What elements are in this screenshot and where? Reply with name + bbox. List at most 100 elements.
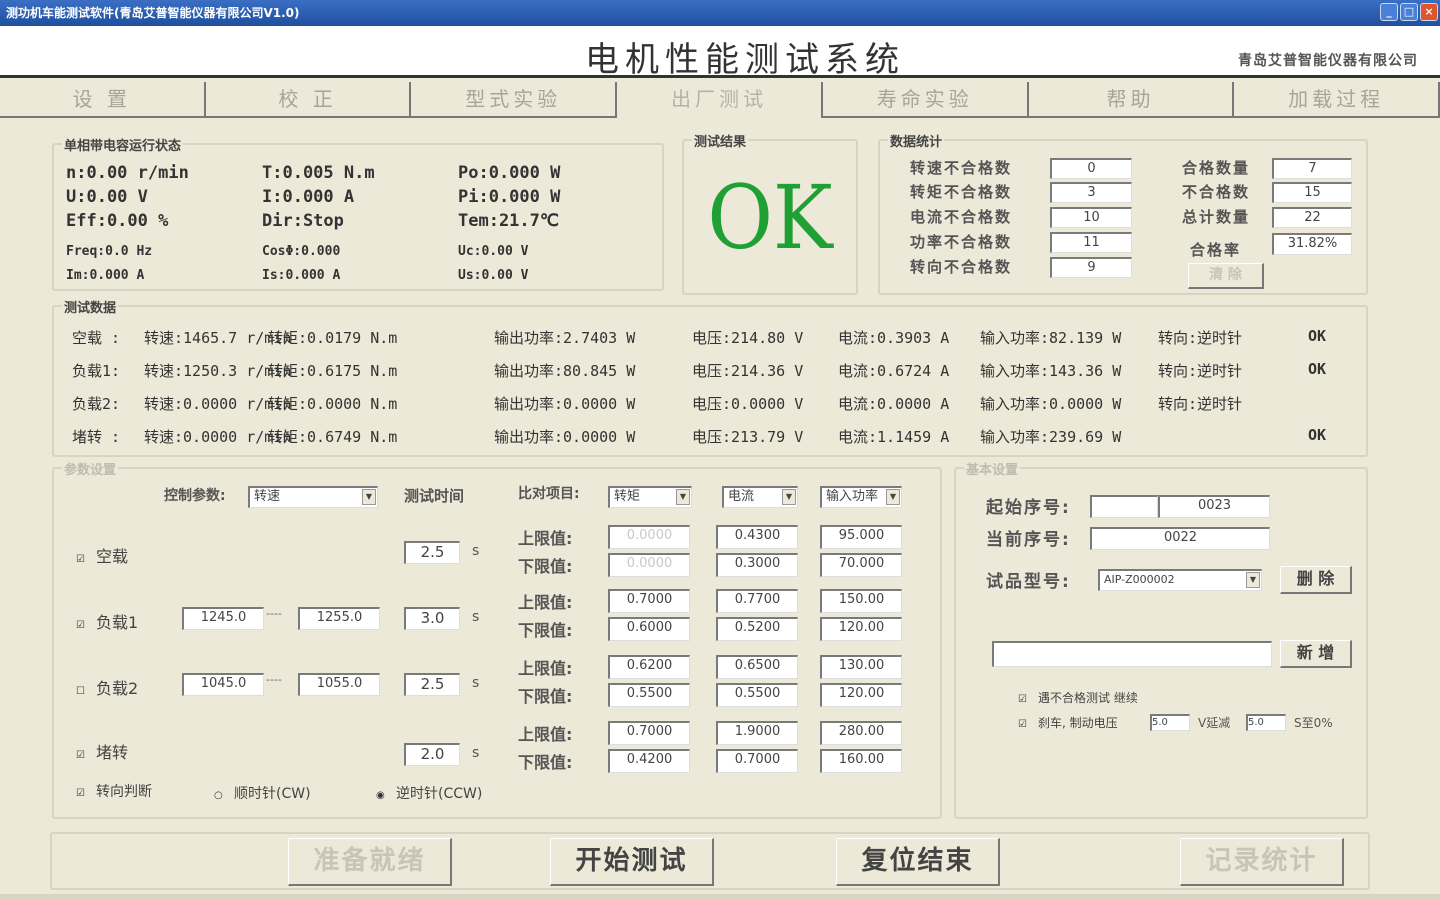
lower-limit-field[interactable]: 120.00 xyxy=(820,617,902,641)
test-time-field[interactable]: 2.0 xyxy=(404,743,460,766)
upper-limit-field[interactable]: 0.4300 xyxy=(716,525,798,549)
upper-limit-field[interactable]: 0.7000 xyxy=(608,721,690,745)
us-readout: Us:0.00 V xyxy=(458,268,529,283)
close-button[interactable]: × xyxy=(1420,3,1438,21)
lower-limit-field[interactable]: 0.6000 xyxy=(608,617,690,641)
company-name: 青岛艾普智能仪器有限公司 xyxy=(1238,53,1418,69)
checkbox-checked-icon: ☑ xyxy=(76,750,85,761)
lower-limit-label: 下限值: xyxy=(518,621,573,640)
upper-limit-field[interactable]: 280.00 xyxy=(820,721,902,745)
lower-limit-field[interactable]: 70.000 xyxy=(820,553,902,577)
status-panel-title: 单相带电容运行状态 xyxy=(62,135,184,154)
upper-limit-field[interactable]: 0.0000 xyxy=(608,525,690,549)
upper-limit-field[interactable]: 0.6200 xyxy=(608,655,690,679)
lower-limit-field[interactable]: 0.5500 xyxy=(608,683,690,707)
continue-on-fail-check[interactable]: ☑ 遇不合格测试 继续 xyxy=(1018,689,1138,706)
mode-check-load-2[interactable]: ☐ 负载2 xyxy=(76,675,138,699)
pass-rate-label: 合格率 xyxy=(1190,241,1242,259)
seconds-unit: s xyxy=(472,745,480,761)
brake-voltage-field[interactable]: 5.0 xyxy=(1150,714,1190,731)
upper-limit-field[interactable]: 130.00 xyxy=(820,655,902,679)
lower-limit-field[interactable]: 0.0000 xyxy=(608,553,690,577)
mode-check-load-1[interactable]: ☑ 负载1 xyxy=(76,609,138,633)
chevron-down-icon: ▼ xyxy=(362,489,376,505)
test-data-name: 堵转 : xyxy=(72,428,121,446)
test-data-torque: 转矩:0.0000 N.m xyxy=(268,395,398,413)
clear-button[interactable]: 清 除 xyxy=(1188,263,1264,289)
new-model-input[interactable] xyxy=(992,641,1272,667)
upper-limit-field[interactable]: 95.000 xyxy=(820,525,902,549)
cw-radio[interactable]: ○ 顺时针(CW) xyxy=(214,783,311,803)
current-no-field[interactable]: 0022 xyxy=(1090,527,1270,550)
compare-item-1-select[interactable]: 转矩 ▼ xyxy=(608,486,692,508)
model-label: 试品型号: xyxy=(986,572,1071,592)
start-no-prefix-field[interactable] xyxy=(1090,495,1158,518)
add-button[interactable]: 新 增 xyxy=(1280,640,1352,668)
upper-limit-field[interactable]: 0.7700 xyxy=(716,589,798,613)
lower-limit-field[interactable]: 0.5500 xyxy=(716,683,798,707)
lower-limit-field[interactable]: 0.3000 xyxy=(716,553,798,577)
test-data-current: 电流:0.3903 A xyxy=(838,329,950,347)
current-fail-label: 电流不合格数 xyxy=(910,208,1013,226)
lower-limit-field[interactable]: 0.5200 xyxy=(716,617,798,641)
chevron-down-icon: ▼ xyxy=(782,489,796,505)
tab-calibration[interactable]: 校 正 xyxy=(205,82,412,118)
reset-end-button[interactable]: 复位结束 xyxy=(836,838,1000,886)
lower-limit-label: 下限值: xyxy=(518,753,573,772)
pass-rate: 31.82% xyxy=(1272,233,1352,255)
tab-settings[interactable]: 设 置 xyxy=(0,82,206,118)
tab-help[interactable]: 帮助 xyxy=(1028,82,1235,118)
start-test-button[interactable]: 开始测试 xyxy=(550,838,714,886)
tab-type-test[interactable]: 型式实验 xyxy=(411,82,618,118)
test-time-field[interactable]: 2.5 xyxy=(404,541,460,564)
tab-life-test[interactable]: 寿命实验 xyxy=(822,82,1029,118)
speed-readout: n:0.00 r/min xyxy=(66,163,189,183)
upper-limit-field[interactable]: 0.7000 xyxy=(608,589,690,613)
params-panel: 参数设置 控制参数: 转速 ▼ 测试时间 比对项目: 转矩 ▼ 电流 ▼ 输入功… xyxy=(52,459,942,819)
mode-check-no-load[interactable]: ☑ 空载 xyxy=(76,543,128,567)
test-data-voltage: 电压:213.79 V xyxy=(692,428,804,446)
start-no-field[interactable]: 0023 xyxy=(1158,495,1270,518)
seconds-unit: s xyxy=(472,543,480,559)
fail-count: 15 xyxy=(1272,182,1352,203)
brake-suffix-label: S至0% xyxy=(1294,716,1333,730)
tab-load-process[interactable]: 加载过程 xyxy=(1234,82,1440,118)
test-time-field[interactable]: 2.5 xyxy=(404,673,460,696)
minimize-button[interactable]: _ xyxy=(1380,3,1398,21)
brake-check[interactable]: ☑ 刹车, 制动电压 xyxy=(1018,714,1118,731)
lower-limit-field[interactable]: 0.7000 xyxy=(716,749,798,773)
compare-item-3-select[interactable]: 输入功率 ▼ xyxy=(820,486,902,508)
lower-limit-field[interactable]: 120.00 xyxy=(820,683,902,707)
brake-time-field[interactable]: 5.0 xyxy=(1246,714,1286,731)
compare-items-label: 比对项目: xyxy=(518,486,580,502)
model-select[interactable]: AIP-Z000002 ▼ xyxy=(1098,569,1262,591)
control-param-select[interactable]: 转速 ▼ xyxy=(248,486,378,508)
maximize-button[interactable]: □ xyxy=(1400,3,1418,21)
lower-limit-field[interactable]: 160.00 xyxy=(820,749,902,773)
ccw-radio[interactable]: ◉ 逆时针(CCW) xyxy=(376,783,482,803)
mode-check-locked-rotor[interactable]: ☑ 堵转 xyxy=(76,739,128,763)
delete-button[interactable]: 删 除 xyxy=(1280,566,1352,594)
ready-button[interactable]: 准备就绪 xyxy=(288,838,452,886)
tab-factory-test[interactable]: 出厂测试 xyxy=(617,82,823,118)
app-title: 电机性能测试系统 xyxy=(585,40,905,80)
upper-limit-field[interactable]: 0.6500 xyxy=(716,655,798,679)
model-value: AIP-Z000002 xyxy=(1104,573,1175,586)
test-data-pout: 输出功率:0.0000 W xyxy=(494,395,636,413)
speed-max-field[interactable]: 1055.0 xyxy=(298,673,380,696)
test-time-field[interactable]: 3.0 xyxy=(404,607,460,630)
main-tabs: 设 置 校 正 型式实验 出厂测试 寿命实验 帮助 加载过程 xyxy=(0,82,1440,118)
lower-limit-field[interactable]: 0.4200 xyxy=(608,749,690,773)
speed-min-field[interactable]: 1245.0 xyxy=(182,607,264,630)
upper-limit-field[interactable]: 150.00 xyxy=(820,589,902,613)
record-stats-button[interactable]: 记录统计 xyxy=(1180,838,1344,886)
speed-max-field[interactable]: 1255.0 xyxy=(298,607,380,630)
speed-min-field[interactable]: 1045.0 xyxy=(182,673,264,696)
compare-item-2-select[interactable]: 电流 ▼ xyxy=(722,486,798,508)
direction-check-label: 转向判断 xyxy=(96,784,152,800)
direction-check[interactable]: ☑ 转向判断 xyxy=(76,781,152,801)
frequency-readout: Freq:0.0 Hz xyxy=(66,244,153,259)
upper-limit-field[interactable]: 1.9000 xyxy=(716,721,798,745)
basic-settings-title: 基本设置 xyxy=(964,459,1021,478)
test-data-name: 空载 : xyxy=(72,329,121,347)
